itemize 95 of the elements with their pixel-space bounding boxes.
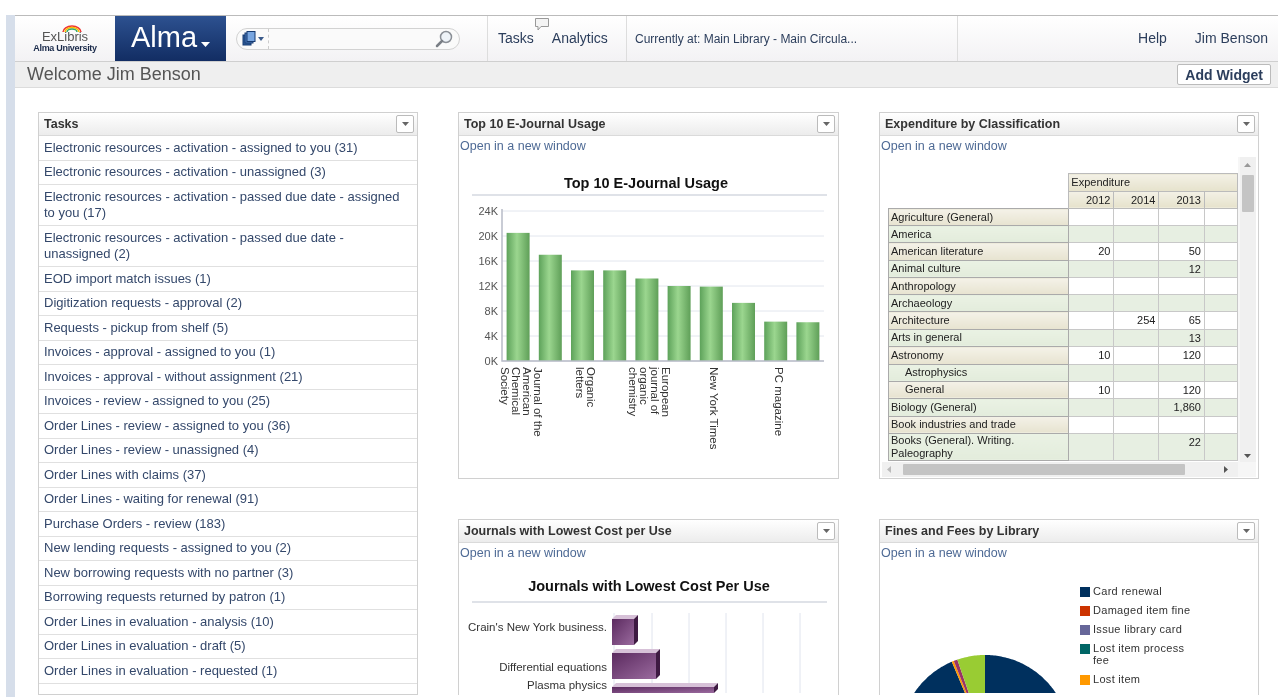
caret-icon [1242, 122, 1250, 126]
caret-icon [401, 122, 409, 126]
open-window-link[interactable]: Open in a new window [881, 543, 1007, 563]
widget-title: Fines and Fees by Library [885, 522, 1040, 540]
bar [796, 322, 820, 361]
column-group-header: Expenditure [1068, 173, 1238, 191]
add-widget-button[interactable]: Add Widget [1177, 64, 1271, 85]
task-link[interactable]: Order Lines - waiting for renewal (91) [39, 487, 417, 512]
task-link[interactable]: Electronic resources - activation - passed due date - unassigned (2) [39, 226, 417, 267]
task-link[interactable]: Borrowing requests returned by patron (1) [39, 585, 417, 610]
scroll-right-icon [1224, 466, 1228, 473]
row-header: Books (General). Writing. Paleography [888, 433, 1069, 460]
widget-menu-button[interactable] [1237, 522, 1255, 540]
horizontal-scrollbar[interactable] [882, 462, 1238, 477]
task-link[interactable]: EOD import match issues (1) [39, 267, 417, 292]
legend-label: Lost item process fee [1093, 642, 1186, 666]
widget-menu-button[interactable] [1237, 115, 1255, 133]
product-menu[interactable]: Alma [115, 16, 226, 61]
task-link[interactable]: Electronic resources - activation - passed due date - assigned to you (17) [39, 185, 417, 226]
logo-institution: Alma University [33, 42, 97, 53]
open-window-link[interactable]: Open in a new window [460, 136, 586, 156]
widget-menu-button[interactable] [817, 115, 835, 133]
axis-tick-label: 20K [478, 230, 498, 242]
scroll-down-icon [1244, 454, 1251, 458]
welcome-heading: Welcome Jim Benson [27, 63, 201, 86]
row-header: Agriculture (General) [888, 208, 1069, 226]
speech-bubble-icon [535, 18, 549, 31]
task-link[interactable]: Invoices - approval - without assignment (21) [39, 365, 417, 390]
task-link[interactable]: Purchase Orders - review (183) [39, 512, 417, 537]
bar [764, 321, 788, 361]
task-link[interactable]: Order Lines in evaluation - requested (1) [39, 659, 417, 684]
legend-label: Card renewal [1093, 585, 1164, 597]
task-link[interactable]: Order Lines in evaluation - draft (5) [39, 634, 417, 659]
caret-icon [822, 529, 830, 533]
header-link[interactable]: Help [1138, 28, 1167, 49]
bar [612, 649, 660, 679]
category-label: New York Times [708, 367, 721, 450]
caret-icon [822, 122, 830, 126]
axis-tick-label: 0K [484, 355, 498, 367]
legend-label: Damaged item fine [1093, 604, 1192, 616]
logo-brand: ExLibris [41, 29, 89, 43]
axis-tick-label: 12K [478, 280, 498, 292]
widget-title: Tasks [44, 115, 79, 133]
legend-label: Issue library card [1093, 623, 1184, 635]
task-link[interactable]: New lending requests - assigned to you (2) [39, 536, 417, 561]
axis-tick-label: 4K [484, 330, 498, 342]
header-link[interactable]: Jim Benson [1194, 28, 1268, 49]
category-label: PC magazine [772, 367, 785, 437]
widget-menu-button[interactable] [396, 115, 414, 133]
bar [612, 615, 638, 645]
scroll-up-icon [1244, 163, 1251, 167]
task-link[interactable]: Electronic resources - activation - assigned to you (31) [39, 136, 417, 161]
axis-tick-label: 8K [484, 305, 498, 317]
bar-label: Crain's New York business. [467, 621, 607, 633]
caret-icon [258, 36, 264, 41]
widget-title: Top 10 E-Journal Usage [464, 115, 606, 133]
rainbow-arc-icon [61, 24, 83, 32]
widget-title: Expenditure by Classification [885, 115, 1061, 133]
task-link[interactable]: Invoices - approval - assigned to you (1) [39, 340, 417, 365]
axis-tick-label: 24K [478, 205, 498, 217]
category-label: Journal of the American Chemical Society [498, 367, 544, 437]
category-label: Organic letters [574, 367, 597, 408]
task-link[interactable]: Order Lines - review - assigned to you (36) [39, 414, 417, 439]
nav-link[interactable]: Tasks [498, 28, 534, 49]
widget-menu-button[interactable] [817, 522, 835, 540]
category-label: European journal of organic chemistry [627, 367, 673, 417]
task-link[interactable]: Order Lines in evaluation - analysis (10) [39, 610, 417, 635]
location-label: Currently at: Main Library - Main Circula... [635, 30, 858, 48]
bar-label: Differential equations [498, 661, 607, 673]
books-icon [242, 31, 256, 46]
search-field[interactable] [236, 27, 460, 50]
search-icon [435, 29, 453, 48]
bar-label: Plasma physics [526, 679, 607, 691]
open-window-link[interactable]: Open in a new window [460, 543, 586, 563]
task-link[interactable]: New borrowing requests with no partner (3) [39, 561, 417, 586]
task-link[interactable]: Order Lines with claims (37) [39, 463, 417, 488]
bar [732, 302, 755, 361]
widget-title: Journals with Lowest Cost per Use [464, 522, 672, 540]
task-link[interactable]: Electronic resources - activation - unassigned (3) [39, 160, 417, 185]
task-link[interactable]: Order Lines - review - unassigned (4) [39, 438, 417, 463]
scrollbar-thumb[interactable] [1242, 175, 1254, 212]
scrollbar-thumb[interactable] [903, 464, 1185, 475]
chart-title: Journals with Lowest Cost Per Use [528, 578, 770, 594]
task-link[interactable]: Invoices - review - assigned to you (25) [39, 389, 417, 414]
chart-title: Top 10 E-Journal Usage [563, 175, 729, 191]
nav-link[interactable]: Analytics [551, 28, 608, 49]
open-window-link[interactable]: Open in a new window [881, 136, 1007, 156]
axis-tick-label: 16K [478, 255, 498, 267]
caret-icon [1242, 529, 1250, 533]
task-link[interactable]: Requests - pickup from shelf (5) [39, 316, 417, 341]
caret-icon [201, 41, 211, 48]
legend-label: Lost item [1093, 673, 1142, 685]
scroll-left-icon [887, 466, 891, 473]
task-link[interactable]: Digitization requests - approval (2) [39, 291, 417, 316]
vertical-scrollbar[interactable] [1240, 157, 1256, 462]
